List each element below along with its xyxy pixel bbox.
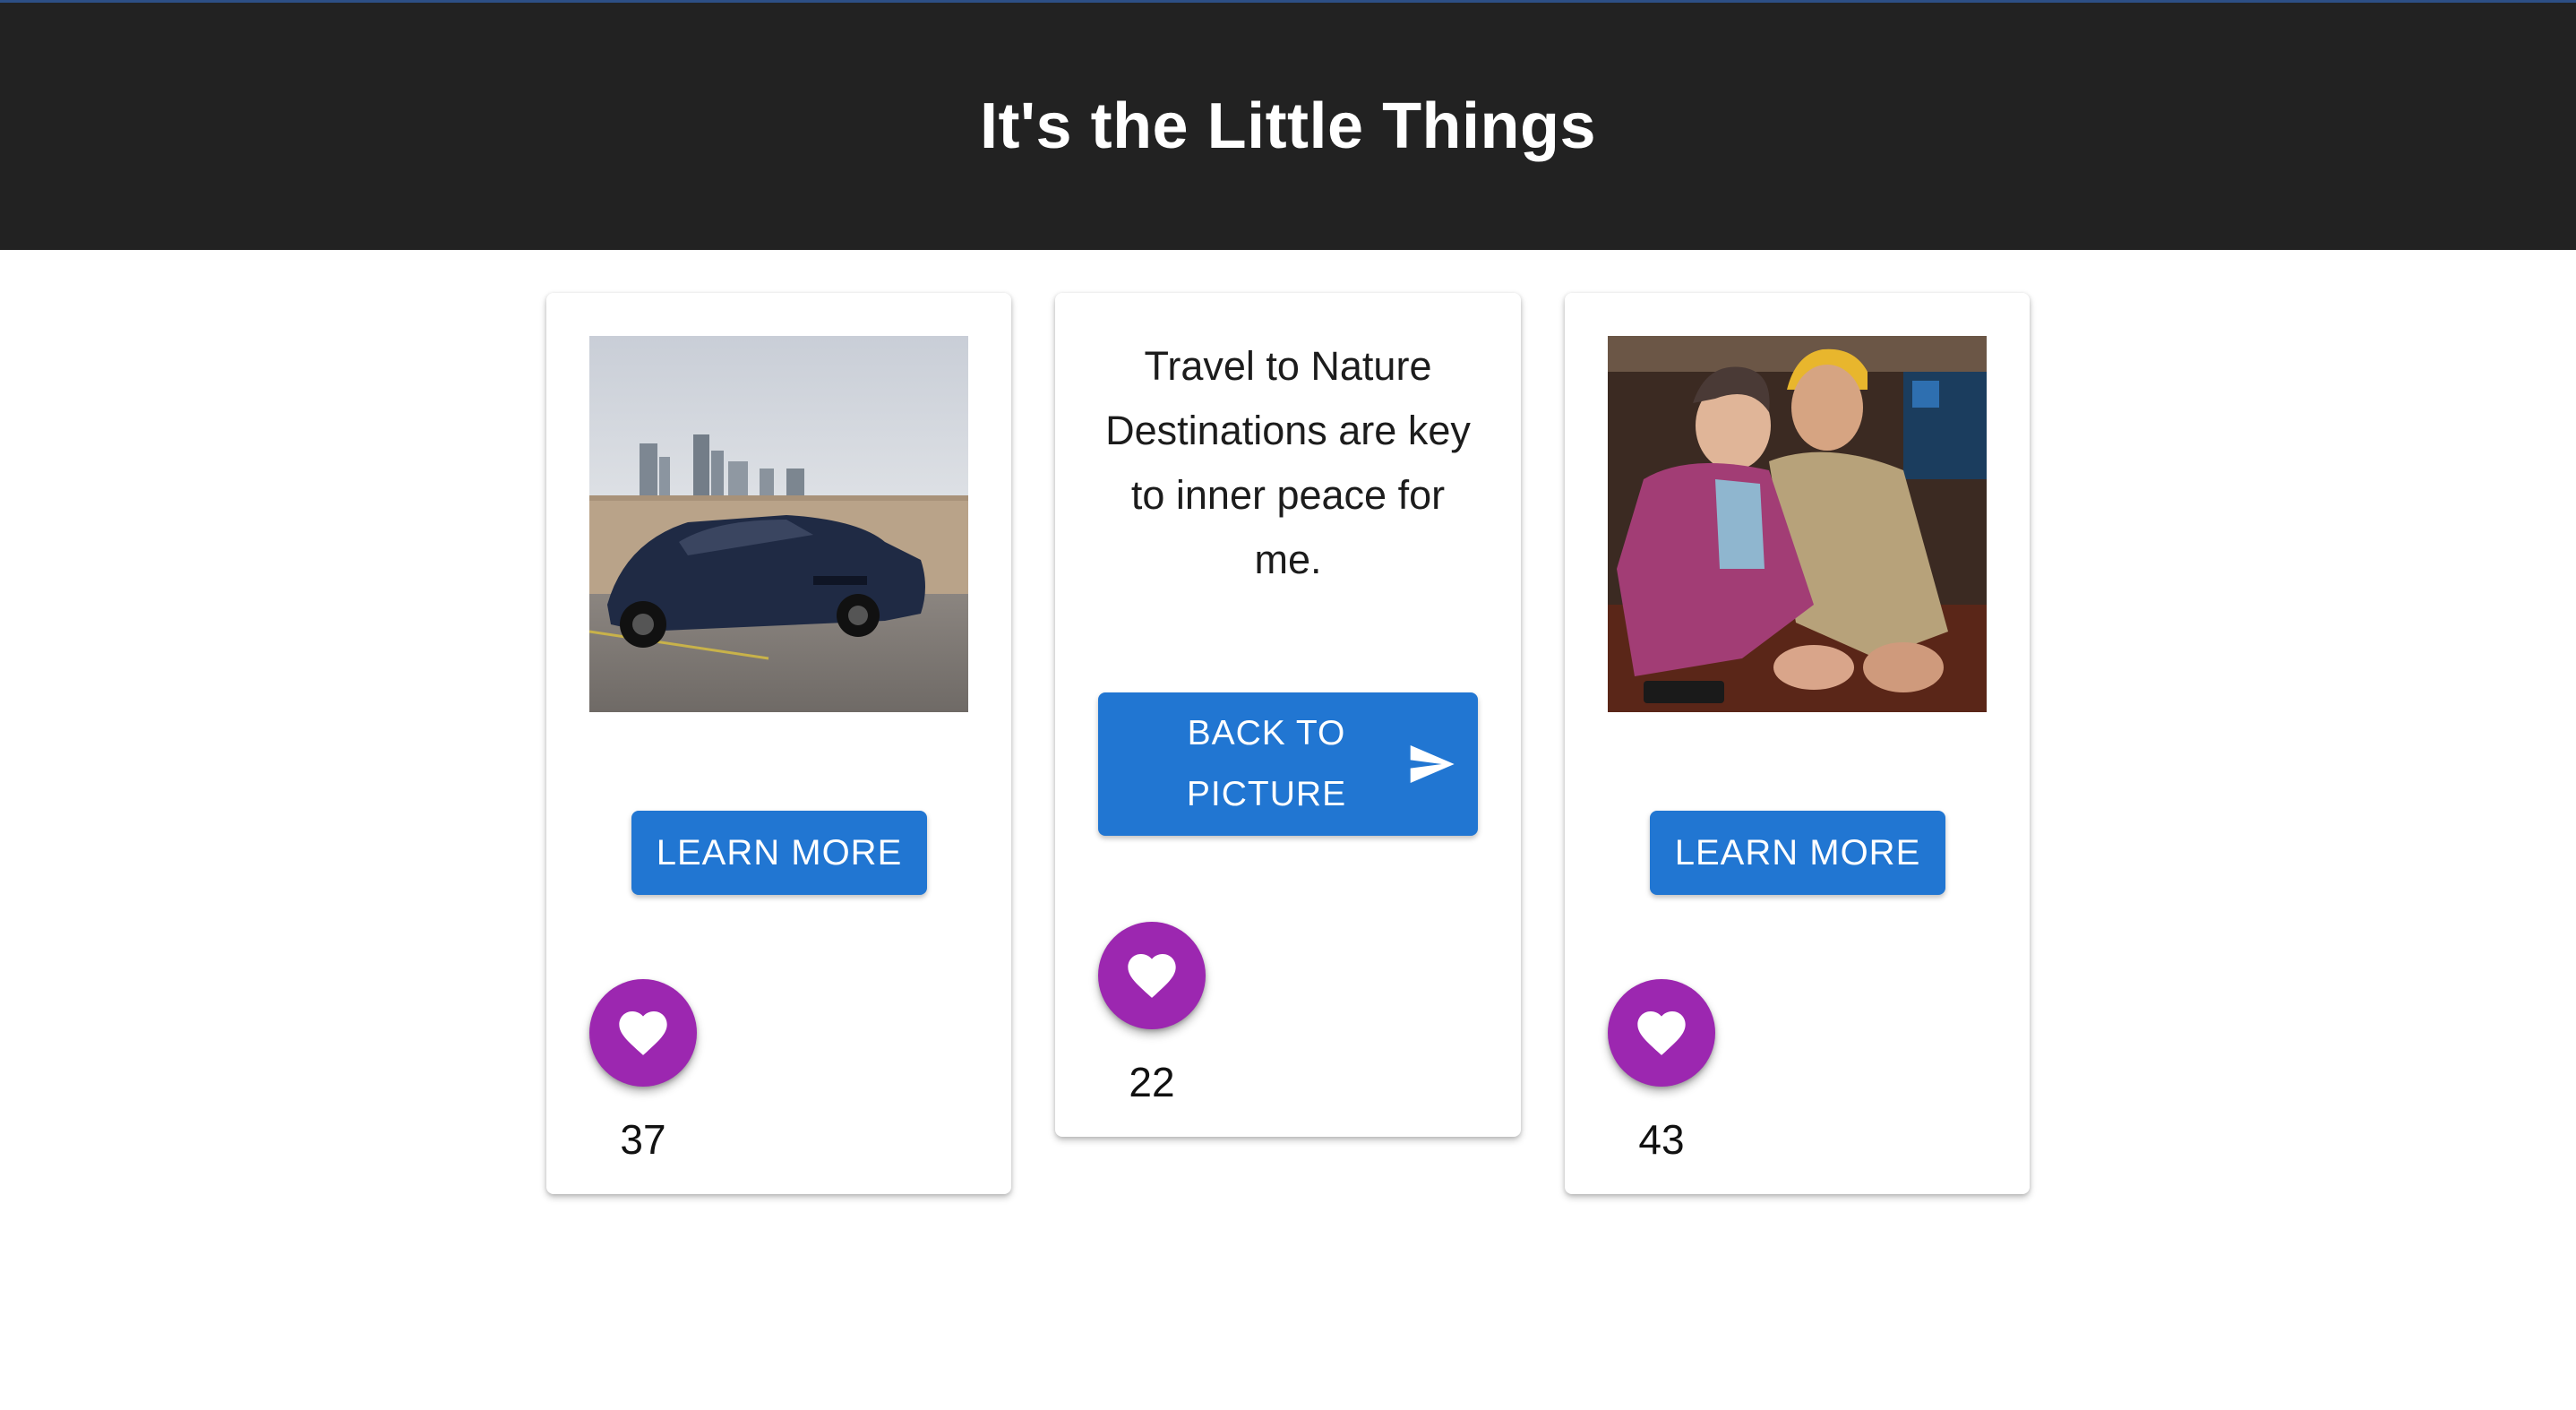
like-button[interactable] [589, 979, 697, 1087]
back-to-picture-label: BACK TO PICTURE [1186, 714, 1347, 813]
heart-icon [1128, 954, 1176, 998]
heart-icon [619, 1011, 667, 1055]
car-photo [589, 336, 968, 712]
like-count: 43 [1638, 1116, 1685, 1163]
card-car: LEARN MORE 37 [546, 293, 1011, 1194]
app-header: It's the Little Things [0, 0, 2576, 250]
like-button[interactable] [1608, 979, 1715, 1087]
like-button[interactable] [1098, 922, 1206, 1029]
like-count: 22 [1129, 1059, 1175, 1105]
send-icon [1410, 745, 1455, 783]
learn-more-button[interactable]: LEARN MORE [1650, 811, 1945, 895]
learn-more-button[interactable]: LEARN MORE [631, 811, 927, 895]
heart-icon [1637, 1011, 1686, 1055]
back-to-picture-button[interactable]: BACK TO PICTURE [1098, 692, 1478, 836]
people-photo [1608, 336, 1987, 712]
like-count: 37 [620, 1116, 666, 1163]
card-people: LEARN MORE 43 [1565, 293, 2030, 1194]
card-quote: Travel to Nature Destinations are key to… [1055, 293, 1521, 1137]
page-title: It's the Little Things [979, 90, 1597, 162]
quote-text: Travel to Nature Destinations are key to… [1105, 343, 1471, 582]
